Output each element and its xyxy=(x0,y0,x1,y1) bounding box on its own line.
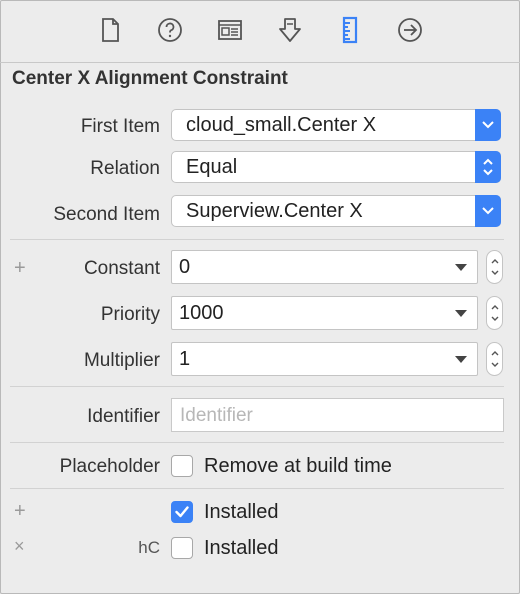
identifier-input[interactable] xyxy=(178,404,482,428)
dropdown-caret-icon[interactable] xyxy=(455,310,467,317)
relation-popup[interactable]: Equal xyxy=(171,151,501,183)
dropdown-caret-icon[interactable] xyxy=(455,264,467,271)
multiplier-label: Multiplier xyxy=(83,350,160,371)
installed-hc-checkbox[interactable] xyxy=(171,537,193,559)
inspector-toolbar xyxy=(0,0,520,63)
priority-stepper[interactable] xyxy=(486,296,503,330)
placeholder-label: Placeholder xyxy=(59,456,160,477)
size-inspector-icon[interactable] xyxy=(334,14,366,46)
size-class-label: hC xyxy=(138,538,160,557)
installed-hc-label[interactable]: Installed xyxy=(204,537,279,560)
file-inspector-icon[interactable] xyxy=(94,14,126,46)
constant-field[interactable]: 0 xyxy=(171,250,478,284)
divider xyxy=(10,442,504,443)
first-item-label: First Item xyxy=(80,116,160,137)
connections-inspector-icon[interactable] xyxy=(394,14,426,46)
priority-field[interactable]: 1000 xyxy=(171,296,478,330)
attributes-inspector-icon[interactable] xyxy=(274,14,306,46)
priority-value: 1000 xyxy=(179,302,224,324)
identity-inspector-icon[interactable] xyxy=(214,14,246,46)
multiplier-value: 1 xyxy=(179,348,191,370)
first-item-value: cloud_small.Center X xyxy=(186,114,377,136)
priority-label: Priority xyxy=(100,304,160,325)
add-variation-icon[interactable]: + xyxy=(14,257,26,280)
chevron-up-down-icon[interactable] xyxy=(475,151,501,183)
constant-label: Constant xyxy=(83,258,160,279)
relation-label: Relation xyxy=(90,158,160,179)
chevron-down-icon[interactable] xyxy=(475,109,501,141)
remove-variation-icon[interactable]: × xyxy=(14,536,25,557)
constant-stepper[interactable] xyxy=(486,250,503,284)
multiplier-field[interactable]: 1 xyxy=(171,342,478,376)
installed-label[interactable]: Installed xyxy=(204,501,279,524)
divider xyxy=(10,488,504,489)
quick-help-icon[interactable] xyxy=(154,14,186,46)
chevron-down-icon[interactable] xyxy=(475,195,501,227)
remove-at-build-time-checkbox[interactable] xyxy=(171,455,193,477)
installed-checkbox[interactable] xyxy=(171,501,193,523)
divider xyxy=(10,239,504,240)
add-variation-icon[interactable]: + xyxy=(14,500,26,523)
second-item-label: Second Item xyxy=(53,204,160,225)
remove-at-build-time-label[interactable]: Remove at build time xyxy=(204,455,392,478)
identifier-label: Identifier xyxy=(87,406,160,427)
section-title: Center X Alignment Constraint xyxy=(12,68,288,89)
multiplier-stepper[interactable] xyxy=(486,342,503,376)
constant-value: 0 xyxy=(179,256,191,278)
first-item-popup[interactable]: cloud_small.Center X xyxy=(171,109,501,141)
divider xyxy=(10,386,504,387)
dropdown-caret-icon[interactable] xyxy=(455,356,467,363)
second-item-popup[interactable]: Superview.Center X xyxy=(171,195,501,227)
relation-value: Equal xyxy=(186,156,238,178)
second-item-value: Superview.Center X xyxy=(186,200,363,222)
identifier-field[interactable] xyxy=(171,398,504,432)
checkmark-icon xyxy=(175,506,189,518)
